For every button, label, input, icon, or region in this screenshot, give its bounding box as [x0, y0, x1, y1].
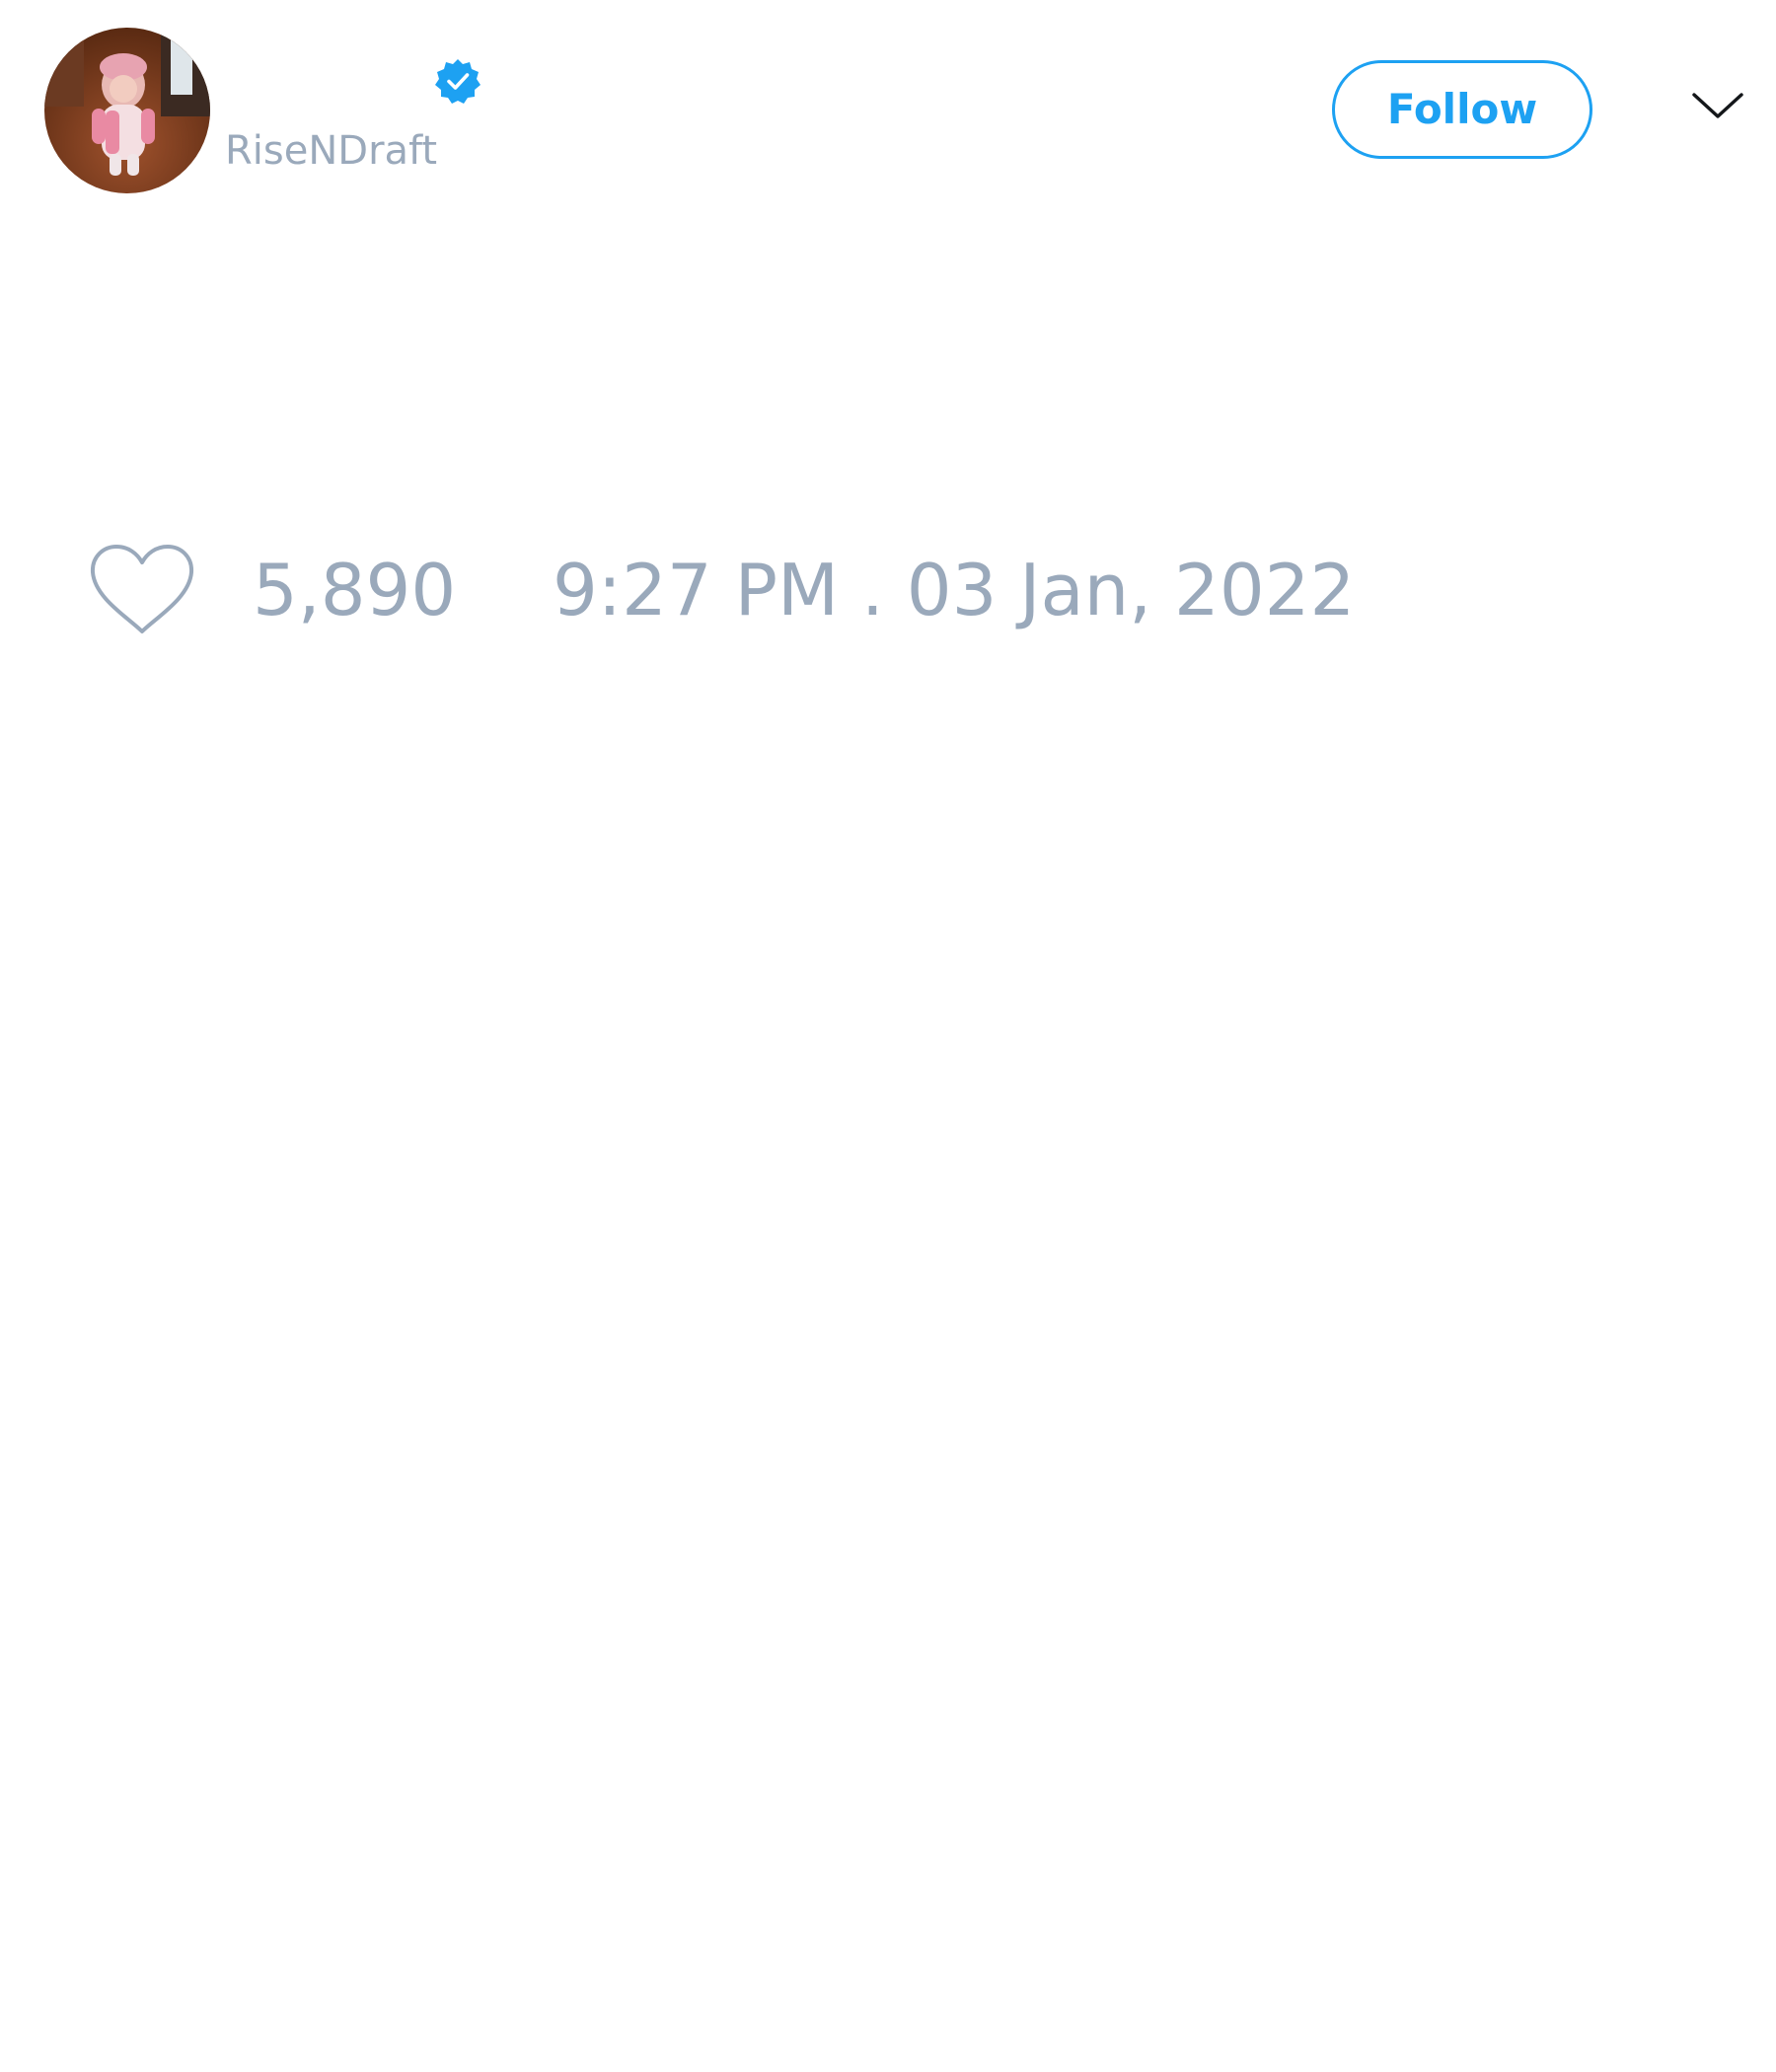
heart-icon[interactable] — [89, 543, 195, 637]
verified-badge-icon — [434, 57, 481, 105]
tweet-timestamp[interactable]: 9:27 PM . 03 Jan, 2022 — [553, 549, 1355, 631]
like-count: 5,890 — [253, 549, 457, 631]
avatar-photo — [44, 28, 210, 193]
author-handle[interactable]: RiseNDraft — [225, 126, 437, 176]
author-avatar[interactable] — [44, 28, 210, 193]
chevron-down-icon[interactable] — [1689, 89, 1746, 124]
tweet-card: RiseNDraft Follow 5,890 9:27 PM . 03 Jan… — [0, 0, 1776, 2072]
follow-button[interactable]: Follow — [1332, 60, 1592, 159]
